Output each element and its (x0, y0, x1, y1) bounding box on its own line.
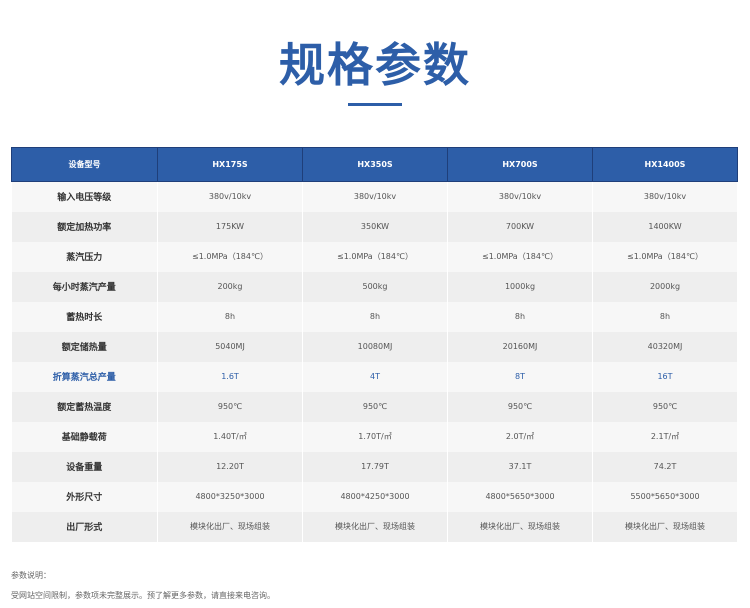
table-cell: 700KW (447, 211, 593, 242)
table-cell: 950℃ (592, 391, 738, 422)
table-row: 蒸汽压力 ≤1.0MPa（184℃） ≤1.0MPa（184℃） ≤1.0MPa… (11, 241, 738, 272)
table-cell: 17.79T (302, 451, 448, 482)
row-label: 额定加热功率 (11, 211, 158, 242)
table-cell: 8h (302, 301, 448, 332)
table-cell: 4800*4250*3000 (302, 481, 448, 512)
table-cell: ≤1.0MPa（184℃） (157, 241, 303, 272)
notes-text: 受网站空间限制，参数项未完整展示。预了解更多参数，请直接来电咨询。 (11, 591, 275, 600)
table-cell: 40320MJ (592, 331, 738, 362)
row-label: 出厂形式 (11, 511, 158, 542)
table-cell: 200kg (157, 271, 303, 302)
table-cell: 2.1T/㎡ (592, 421, 738, 452)
table-cell: 350KW (302, 211, 448, 242)
header-cell: HX350S (302, 147, 448, 182)
table-cell: 4800*3250*3000 (157, 481, 303, 512)
table-cell: 74.2T (592, 451, 738, 482)
header-cell: HX1400S (592, 147, 738, 182)
table-cell: 模块化出厂、现场组装 (157, 511, 303, 542)
table-cell: 12.20T (157, 451, 303, 482)
table-row: 基础静载荷 1.40T/㎡ 1.70T/㎡ 2.0T/㎡ 2.1T/㎡ (11, 421, 738, 452)
row-label: 蓄热时长 (11, 301, 158, 332)
row-label: 额定蓄热温度 (11, 391, 158, 422)
table-row: 折算蒸汽总产量 1.6T 4T 8T 16T (11, 361, 738, 392)
table-cell: 2.0T/㎡ (447, 421, 593, 452)
notes-section: 参数说明： 受网站空间限制，参数项未完整展示。预了解更多参数，请直接来电咨询。 (11, 566, 731, 606)
row-label: 每小时蒸汽产量 (11, 271, 158, 302)
table-cell: 1400KW (592, 211, 738, 242)
page-title: 规格参数 (279, 38, 471, 92)
header-cell: 设备型号 (11, 147, 158, 182)
table-row: 出厂形式 模块化出厂、现场组装 模块化出厂、现场组装 模块化出厂、现场组装 模块… (11, 511, 738, 542)
row-label: 折算蒸汽总产量 (11, 361, 158, 392)
table-row: 外形尺寸 4800*3250*3000 4800*4250*3000 4800*… (11, 481, 738, 512)
table-row: 额定加热功率 175KW 350KW 700KW 1400KW (11, 211, 738, 242)
table-cell: 1.70T/㎡ (302, 421, 448, 452)
table-cell: 8h (592, 301, 738, 332)
table-cell: 380v/10kv (447, 181, 593, 212)
row-label: 设备重量 (11, 451, 158, 482)
row-label: 输入电压等级 (11, 181, 158, 212)
table-cell: 8T (447, 361, 593, 392)
table-cell: 380v/10kv (157, 181, 303, 212)
table-cell: 8h (157, 301, 303, 332)
table-row: 设备重量 12.20T 17.79T 37.1T 74.2T (11, 451, 738, 482)
row-label: 额定储热量 (11, 331, 158, 362)
table-cell: 4800*5650*3000 (447, 481, 593, 512)
table-cell: 2000kg (592, 271, 738, 302)
spec-table: 设备型号 HX175S HX350S HX700S HX1400S 输入电压等级… (11, 147, 738, 542)
table-cell: 380v/10kv (592, 181, 738, 212)
table-row: 额定蓄热温度 950℃ 950℃ 950℃ 950℃ (11, 391, 738, 422)
table-cell: 16T (592, 361, 738, 392)
table-cell: 模块化出厂、现场组装 (592, 511, 738, 542)
table-cell: ≤1.0MPa（184℃） (447, 241, 593, 272)
table-cell: ≤1.0MPa（184℃） (592, 241, 738, 272)
header-cell: HX175S (157, 147, 303, 182)
table-cell: 1000kg (447, 271, 593, 302)
table-cell: 模块化出厂、现场组装 (302, 511, 448, 542)
table-cell: 950℃ (447, 391, 593, 422)
table-cell: 175KW (157, 211, 303, 242)
table-cell: 10080MJ (302, 331, 448, 362)
table-cell: 950℃ (157, 391, 303, 422)
table-cell: 4T (302, 361, 448, 392)
table-cell: 500kg (302, 271, 448, 302)
notes-heading: 参数说明： (11, 571, 51, 580)
table-cell: 950℃ (302, 391, 448, 422)
header-cell: HX700S (447, 147, 593, 182)
table-cell: 模块化出厂、现场组装 (447, 511, 593, 542)
title-underline (348, 103, 402, 106)
table-cell: 5500*5650*3000 (592, 481, 738, 512)
table-cell: 5040MJ (157, 331, 303, 362)
table-header-row: 设备型号 HX175S HX350S HX700S HX1400S (11, 147, 738, 182)
table-row: 每小时蒸汽产量 200kg 500kg 1000kg 2000kg (11, 271, 738, 302)
table-cell: ≤1.0MPa（184℃） (302, 241, 448, 272)
row-label: 基础静载荷 (11, 421, 158, 452)
table-cell: 37.1T (447, 451, 593, 482)
table-row: 额定储热量 5040MJ 10080MJ 20160MJ 40320MJ (11, 331, 738, 362)
row-label: 蒸汽压力 (11, 241, 158, 272)
table-cell: 8h (447, 301, 593, 332)
table-cell: 20160MJ (447, 331, 593, 362)
table-row: 蓄热时长 8h 8h 8h 8h (11, 301, 738, 332)
table-cell: 1.6T (157, 361, 303, 392)
table-row: 输入电压等级 380v/10kv 380v/10kv 380v/10kv 380… (11, 181, 738, 212)
table-cell: 1.40T/㎡ (157, 421, 303, 452)
table-cell: 380v/10kv (302, 181, 448, 212)
row-label: 外形尺寸 (11, 481, 158, 512)
